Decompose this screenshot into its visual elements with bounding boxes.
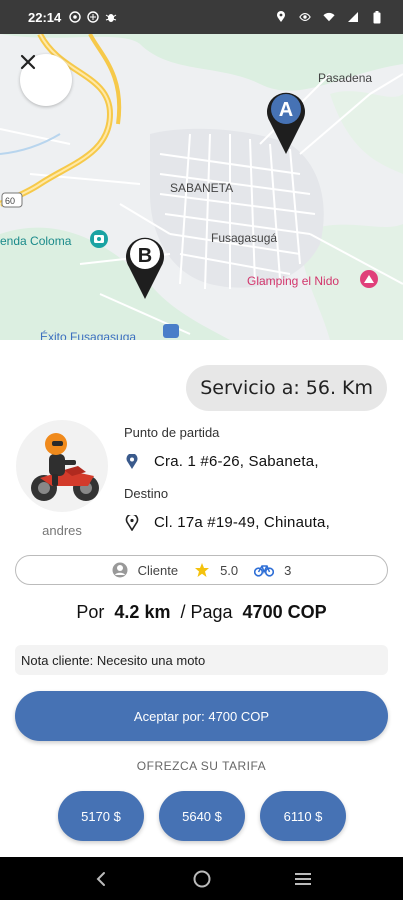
- offer-amount: 4700 COP: [242, 602, 327, 622]
- service-distance-pill: Servicio a: 56. Km: [186, 365, 387, 411]
- client-note: Nota cliente: Necesito una moto: [15, 645, 388, 675]
- recents-icon[interactable]: [288, 864, 318, 894]
- origin-pin-icon: [124, 453, 140, 470]
- origin-address: Cra. 1 #6-26, Sabaneta,: [154, 453, 319, 470]
- eye-icon: [299, 11, 311, 23]
- status-bar: 22:14: [0, 0, 403, 34]
- map-label-glamping: Glamping el Nido: [247, 274, 340, 288]
- map-label-sabaneta: SABANETA: [170, 181, 234, 195]
- offer-middle: / Paga: [180, 602, 233, 622]
- client-info-box: Cliente 5.0 3: [15, 555, 388, 585]
- destination-address: Cl. 17a #19-49, Chinauta,: [154, 514, 330, 531]
- chat-bubble-icon: [69, 11, 81, 23]
- back-icon[interactable]: [86, 864, 116, 894]
- destination-pin-icon: [124, 514, 140, 531]
- origin-label: Punto de partida: [124, 425, 220, 440]
- client-label: Cliente: [137, 562, 179, 578]
- bug-icon: [105, 11, 117, 23]
- client-trips: 3: [284, 562, 292, 578]
- fare-option-2-button[interactable]: 5640 $: [159, 791, 245, 841]
- map-label-pasadena: Pasadena: [318, 71, 373, 85]
- offer-prefix: Por: [76, 602, 105, 622]
- map-label-exito: Éxito Fusagasuga: [40, 330, 137, 340]
- client-rating: 5.0: [220, 562, 239, 578]
- driver-avatar: [16, 420, 108, 512]
- home-icon[interactable]: [187, 864, 217, 894]
- battery-icon: [371, 10, 383, 23]
- fare-option-1-button[interactable]: 5170 $: [58, 791, 144, 841]
- system-nav-bar: [0, 857, 403, 900]
- offer-distance: 4.2 km: [114, 602, 171, 622]
- bicycle-icon: [254, 563, 275, 577]
- offer-summary: Por 4.2 km / Paga 4700 COP: [0, 602, 403, 623]
- map-view[interactable]: A B 60 Pasadena SABANETA Fusagasugá enda…: [0, 34, 403, 340]
- ride-request-panel: Servicio a: 56. Km andres Punto de parti…: [0, 340, 403, 857]
- marker-b-label: B: [138, 245, 152, 267]
- wifi-icon: [323, 11, 335, 23]
- origin-address-row: Cra. 1 #6-26, Sabaneta,: [124, 453, 319, 470]
- offer-fare-title: OFREZCA SU TARIFA: [136, 759, 267, 773]
- motorcycle-rider-icon: [31, 433, 99, 501]
- destination-address-row: Cl. 17a #19-49, Chinauta,: [124, 514, 330, 531]
- status-time: 22:14: [28, 9, 62, 25]
- fare-option-3-button[interactable]: 6110 $: [260, 791, 346, 841]
- close-button[interactable]: [20, 54, 72, 106]
- circle-icon: [87, 11, 99, 23]
- accept-button[interactable]: Aceptar por: 4700 COP: [15, 691, 388, 741]
- location-icon: [275, 11, 287, 23]
- route-badge-label: 60: [5, 196, 16, 206]
- client-avatar-icon: [112, 562, 128, 578]
- map-label-fusagasuga: Fusagasugá: [211, 231, 278, 245]
- star-icon: [194, 562, 210, 578]
- destination-label: Destino: [124, 486, 169, 501]
- marker-a-label: A: [279, 99, 293, 121]
- driver-name: andres: [42, 523, 82, 538]
- signal-icon: [347, 11, 359, 23]
- map-label-tienda-coloma: enda Coloma: [0, 234, 72, 248]
